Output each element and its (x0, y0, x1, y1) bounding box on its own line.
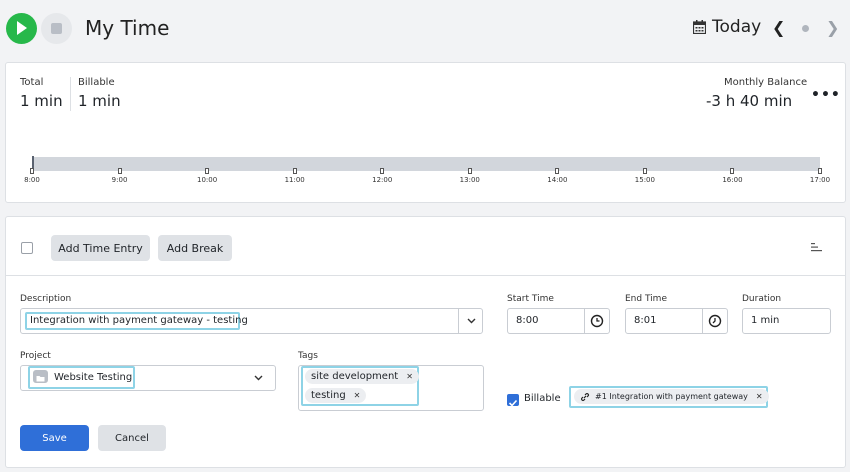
timeline-tick (555, 168, 560, 174)
timeline-tick (30, 168, 34, 174)
timeline-tick (467, 168, 472, 174)
next-day-icon[interactable]: ❯ (826, 18, 839, 37)
tag-chip[interactable]: site development ✕ (305, 369, 419, 384)
date-label: Today (712, 17, 762, 37)
project-label: Project (20, 351, 51, 361)
remove-tag-icon[interactable]: ✕ (354, 391, 361, 400)
total-value: 1 min (20, 92, 63, 110)
current-day-dot[interactable] (802, 25, 809, 32)
duration-value[interactable]: 1 min (751, 315, 779, 326)
monthly-balance-label: Monthly Balance (724, 77, 808, 88)
checkmark-icon (508, 399, 518, 407)
date-selector[interactable]: Today (693, 17, 761, 37)
timeline-tick-label: 14:00 (547, 176, 568, 184)
timeline-tick-label: 13:00 (459, 176, 480, 184)
timeline-tick-label: 17:00 (809, 176, 831, 184)
timeline-tick (730, 168, 735, 174)
timeline-tick (818, 168, 822, 174)
linked-issue-label: #1 Integration with payment gateway (595, 392, 748, 401)
timeline-tick-label: 10:00 (197, 176, 218, 184)
calendar-icon (693, 20, 706, 34)
save-button[interactable]: Save (20, 425, 89, 451)
tag-label: testing (311, 390, 346, 401)
start-time-value[interactable]: 8:00 (516, 315, 538, 326)
more-options-icon[interactable]: ••• (811, 87, 841, 103)
end-clock-icon[interactable] (708, 314, 722, 328)
timeline-tick-label: 9:00 (111, 176, 128, 184)
header: My Time Today ❮ ❯ (0, 0, 850, 60)
add-time-entry-button[interactable]: Add Time Entry (51, 235, 150, 261)
end-time-label: End Time (625, 294, 667, 304)
linked-issue-chip[interactable]: #1 Integration with payment gateway ✕ (574, 389, 769, 404)
timeline-tick-label: 8:00 (24, 176, 40, 184)
cancel-button[interactable]: Cancel (98, 425, 166, 451)
stop-timer-button[interactable] (41, 13, 72, 44)
start-timer-button[interactable] (6, 13, 37, 44)
monthly-balance-value: -3 h 40 min (706, 92, 793, 110)
day-timeline[interactable] (32, 157, 820, 171)
start-time-label: Start Time (507, 294, 554, 304)
panel-divider (6, 275, 845, 276)
previous-day-icon[interactable]: ❮ (772, 18, 785, 37)
timeline-tick (292, 168, 297, 174)
timeline-tick-label: 12:00 (372, 176, 393, 184)
link-icon (581, 392, 589, 401)
timeline-tick (380, 168, 385, 174)
billable-label: Billable (524, 393, 561, 404)
billable-checkbox[interactable] (507, 394, 519, 407)
tag-label: site development (311, 371, 399, 382)
timeline-tick (205, 168, 210, 174)
timeline-tick-label: 16:00 (722, 176, 743, 184)
time-entry-panel: Add Time Entry Add Break Description Int… (5, 216, 846, 468)
chevron-down-icon[interactable] (467, 318, 476, 324)
add-break-button[interactable]: Add Break (158, 235, 232, 261)
summary-card: Total 1 min Billable 1 min Monthly Balan… (5, 62, 846, 203)
duration-label: Duration (742, 294, 782, 304)
remove-tag-icon[interactable]: ✕ (406, 372, 413, 381)
page-title: My Time (85, 16, 170, 40)
start-clock-icon[interactable] (590, 314, 604, 328)
billable-value: 1 min (78, 92, 121, 110)
project-value[interactable]: Website Testing (54, 372, 132, 383)
project-folder-icon (33, 370, 48, 383)
timeline-tick (642, 168, 647, 174)
select-all-checkbox[interactable] (21, 242, 33, 254)
timeline-tick (117, 168, 122, 174)
project-chevron-down-icon[interactable] (254, 375, 263, 381)
remove-issue-icon[interactable]: ✕ (756, 392, 763, 401)
description-dropdown-divider (458, 309, 459, 333)
play-icon (17, 21, 27, 35)
end-time-divider (702, 309, 703, 333)
total-label: Total (20, 77, 44, 88)
description-label: Description (20, 294, 72, 304)
sort-icon[interactable] (811, 243, 822, 252)
description-value[interactable]: Integration with payment gateway - testi… (30, 315, 248, 326)
billable-label: Billable (78, 77, 115, 88)
summary-divider (70, 77, 71, 111)
tag-chip[interactable]: testing ✕ (305, 388, 367, 403)
timeline-tick-label: 11:00 (284, 176, 305, 184)
tags-label: Tags (298, 351, 318, 361)
end-time-value[interactable]: 8:01 (634, 315, 656, 326)
stop-icon (51, 23, 62, 34)
start-time-divider (584, 309, 585, 333)
timeline-tick-label: 15:00 (634, 176, 655, 184)
